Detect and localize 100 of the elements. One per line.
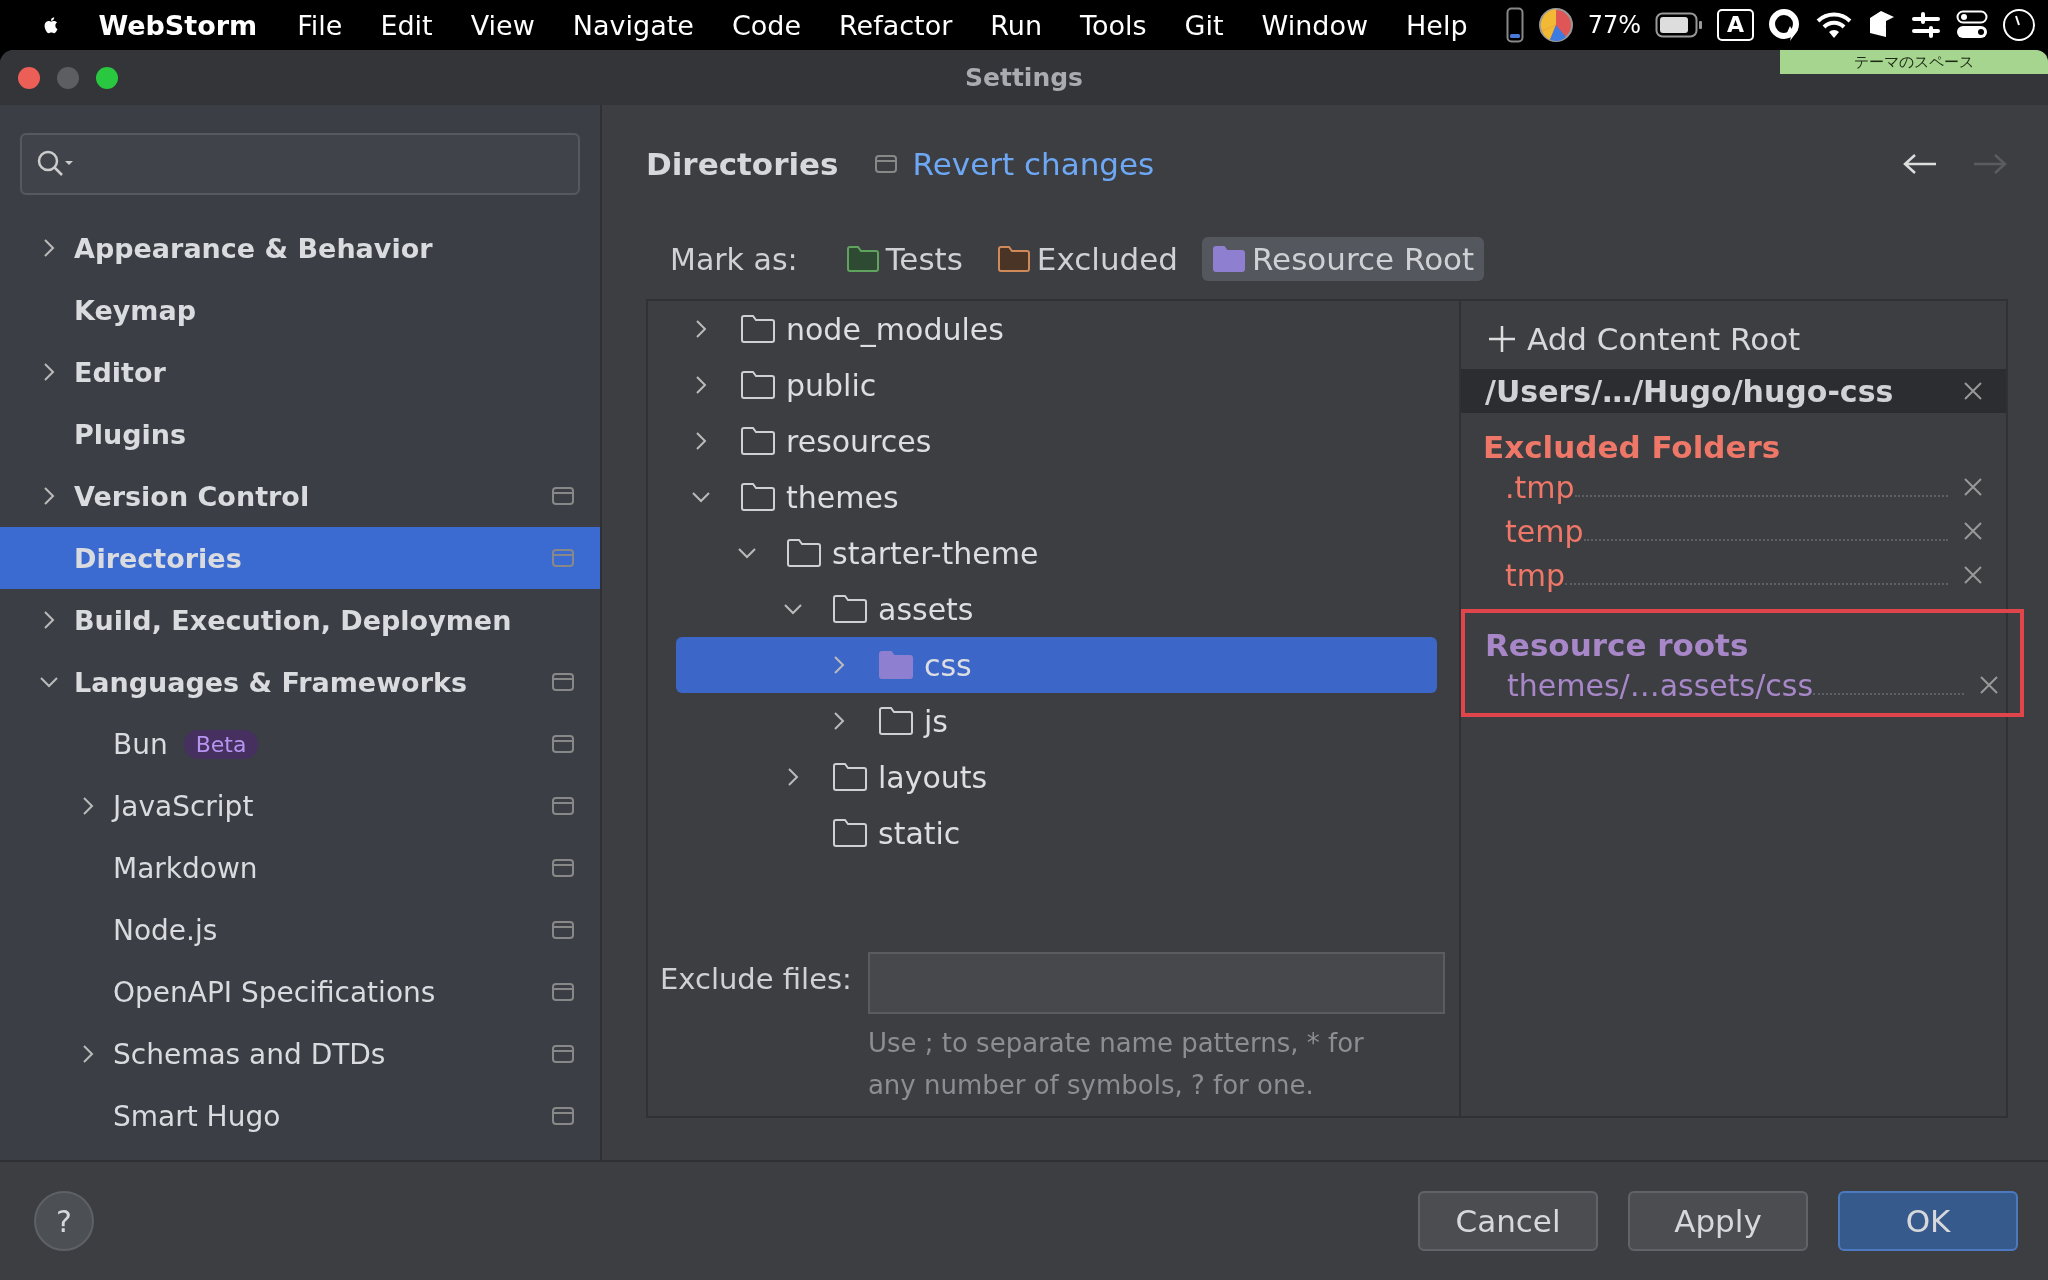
- category-label: Keymap: [74, 294, 197, 326]
- settings-category[interactable]: Schemas and DTDs: [0, 1023, 600, 1085]
- menu-item[interactable]: Refactor: [839, 9, 953, 41]
- folder-tree-row[interactable]: node_modules: [676, 301, 1437, 357]
- close-icon[interactable]: [1962, 380, 1984, 402]
- exclude-files-hint: Use ; to separate name patterns, * for any number of symbols, ? for one.: [867, 1027, 1365, 1102]
- category-label: Version Control: [74, 480, 310, 512]
- lightning-circle-icon[interactable]: [1768, 8, 1802, 42]
- exclude-files-field[interactable]: [867, 952, 1445, 1014]
- menu-item[interactable]: File: [297, 9, 343, 41]
- menu-item[interactable]: Help: [1406, 9, 1468, 41]
- folder-tree-row[interactable]: css: [676, 637, 1437, 693]
- folder-tree-row[interactable]: resources: [676, 413, 1437, 469]
- settings-category[interactable]: Node.js: [0, 899, 600, 961]
- settings-category[interactable]: Version Control: [0, 465, 600, 527]
- add-content-root-button[interactable]: Add Content Root: [1461, 315, 1827, 363]
- settings-category[interactable]: Keymap: [0, 279, 600, 341]
- close-icon[interactable]: [1962, 520, 1984, 542]
- menu-item[interactable]: Window: [1261, 9, 1369, 41]
- folder-name: assets: [878, 591, 974, 627]
- folder-name: resources: [786, 423, 932, 459]
- exclude-files-label: Exclude files:: [660, 962, 852, 998]
- plus-icon: [1487, 324, 1517, 354]
- settings-category[interactable]: Editor: [0, 341, 600, 403]
- folder-name: starter-theme: [832, 535, 1039, 571]
- mark-as-button[interactable]: Resource Root: [1201, 237, 1485, 281]
- section-heading: Excluded Folders: [1483, 429, 1782, 465]
- menu-item[interactable]: Code: [731, 9, 801, 41]
- mark-as-button[interactable]: Tests: [835, 237, 973, 281]
- pie-chart-icon[interactable]: [1537, 7, 1574, 43]
- folder-name: layouts: [878, 759, 988, 795]
- folder-name: css: [924, 647, 972, 683]
- phone-battery-icon[interactable]: [1505, 7, 1524, 43]
- menu-item[interactable]: Tools: [1080, 9, 1147, 41]
- settings-category[interactable]: Markdown: [0, 837, 600, 899]
- settings-category[interactable]: JavaScript: [0, 775, 600, 837]
- settings-category[interactable]: Appearance & Behavior: [0, 217, 600, 279]
- menu-item[interactable]: Git: [1184, 9, 1224, 41]
- settings-category[interactable]: Languages & Frameworks: [0, 651, 600, 713]
- category-label: Languages & Frameworks: [74, 666, 467, 698]
- toggle-switches-icon[interactable]: [1956, 10, 1988, 40]
- folder-tree-row[interactable]: layouts: [676, 749, 1437, 805]
- category-label: Smart Hugo: [113, 1099, 281, 1133]
- clock-icon[interactable]: [2002, 8, 2036, 42]
- settings-category[interactable]: Bun Beta: [0, 713, 600, 775]
- folder-path: tmp: [1505, 557, 1566, 593]
- folder-icon: [996, 245, 1031, 273]
- settings-category[interactable]: OpenAPI Specifications: [0, 961, 600, 1023]
- folder-tree-row[interactable]: public: [676, 357, 1437, 413]
- battery-percentage: 77%: [1587, 11, 1641, 39]
- folder-tree-row[interactable]: starter-theme: [676, 525, 1437, 581]
- category-label: Editor: [74, 356, 166, 388]
- folder-path: .tmp: [1505, 469, 1575, 505]
- category-label: Appearance & Behavior: [74, 232, 433, 264]
- folder-icon: [1211, 245, 1246, 273]
- window-title: Settings: [964, 63, 1084, 92]
- folder-tree-row[interactable]: static: [676, 805, 1437, 861]
- category-label: Markdown: [113, 851, 258, 885]
- dialog-button[interactable]: OK: [1838, 1191, 2018, 1251]
- revert-changes-link[interactable]: Revert changes: [912, 146, 1155, 182]
- close-window-button[interactable]: [18, 66, 40, 89]
- help-button[interactable]: ?: [34, 1191, 94, 1251]
- dialog-button[interactable]: Cancel: [1418, 1191, 1598, 1251]
- folder-tree-row[interactable]: themes: [676, 469, 1437, 525]
- folder-tree-row[interactable]: assets: [676, 581, 1437, 637]
- zoom-window-button[interactable]: [96, 66, 118, 89]
- search-field[interactable]: [20, 133, 580, 195]
- settings-category[interactable]: Plugins: [0, 403, 600, 465]
- category-label: Directories: [74, 542, 242, 574]
- category-label: OpenAPI Specifications: [113, 975, 436, 1009]
- close-icon[interactable]: [1962, 476, 1984, 498]
- project-scope-icon: [874, 155, 897, 173]
- folder-name: js: [924, 703, 948, 739]
- app-menu[interactable]: WebStorm: [98, 9, 258, 41]
- folder-tree-row[interactable]: js: [676, 693, 1437, 749]
- category-label: Build, Execution, Deploymen: [74, 604, 512, 636]
- folder-path: temp: [1505, 513, 1584, 549]
- folder-name: static: [878, 815, 961, 851]
- page-title: Directories: [646, 146, 839, 182]
- close-icon[interactable]: [1962, 564, 1984, 586]
- settings-category[interactable]: Directories: [0, 527, 600, 589]
- section-heading: Resource roots: [1485, 627, 1750, 663]
- battery-icon[interactable]: [1654, 12, 1703, 38]
- input-mode-indicator[interactable]: A: [1716, 9, 1754, 41]
- settings-category[interactable]: Build, Execution, Deploymen: [0, 589, 600, 651]
- beta-badge: Beta: [183, 729, 259, 759]
- menu-item[interactable]: Run: [990, 9, 1043, 41]
- wifi-icon[interactable]: [1816, 11, 1852, 39]
- back-arrow-icon[interactable]: [1902, 152, 1938, 176]
- dialog-button[interactable]: Apply: [1628, 1191, 1808, 1251]
- settings-category[interactable]: Smart Hugo: [0, 1085, 600, 1147]
- close-icon[interactable]: [1978, 674, 2000, 696]
- menu-item[interactable]: View: [470, 9, 535, 41]
- menu-item[interactable]: Edit: [380, 9, 433, 41]
- menu-item[interactable]: Navigate: [572, 9, 694, 41]
- sliders-icon[interactable]: [1910, 10, 1942, 40]
- folder-icon: [845, 245, 880, 273]
- mark-as-button[interactable]: Excluded: [986, 237, 1188, 281]
- category-label: Schemas and DTDs: [113, 1037, 386, 1071]
- folder-path: themes/…assets/css: [1507, 667, 1813, 703]
